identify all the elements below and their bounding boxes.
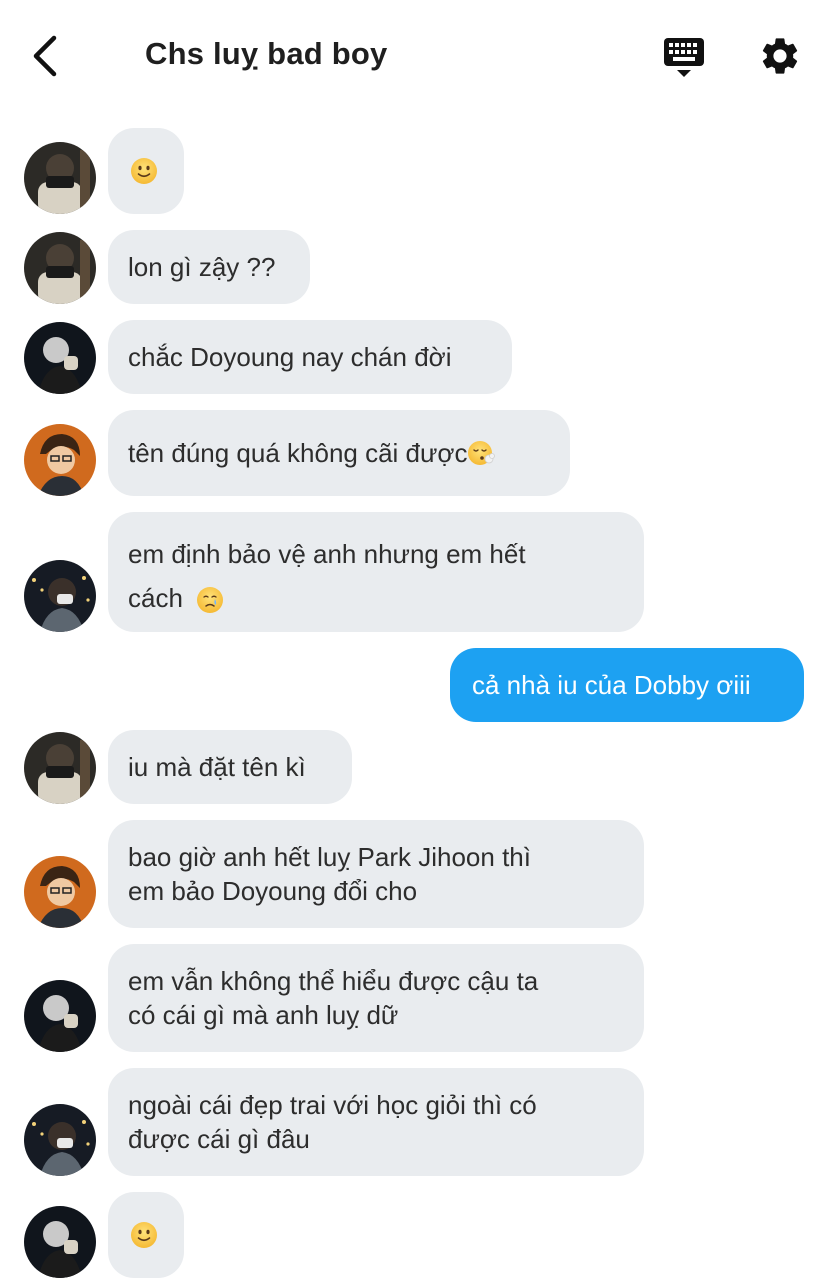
message-bubble: lon gì zậy ??: [108, 230, 310, 304]
avatar-photo-icon: [24, 732, 96, 804]
message-text: cả nhà iu của Dobby ơiii: [472, 670, 751, 700]
message-bubble: tên đúng quá không cãi được: [108, 410, 570, 496]
message-text: chắc Doyoung nay chán đời: [128, 342, 452, 372]
message-text-line: cách: [128, 583, 183, 613]
crying-face-icon: [197, 587, 224, 614]
avatar-photo-icon: [24, 980, 96, 1052]
message-text: tên đúng quá không cãi được: [128, 438, 468, 468]
avatar[interactable]: [24, 322, 96, 394]
message-bubble: [108, 1192, 184, 1278]
message-text-line: bao giờ anh hết luỵ Park Jihoon thì: [128, 842, 531, 872]
message-bubble: bao giờ anh hết luỵ Park Jihoon thì em b…: [108, 820, 644, 928]
slightly-smiling-face-icon: [131, 158, 157, 184]
message-row: ngoài cái đẹp trai với học giỏi thì có đ…: [0, 1068, 828, 1176]
message-bubble: [108, 128, 184, 214]
message-bubble-outgoing: cả nhà iu của Dobby ơiii: [450, 648, 804, 722]
message-text-line: em định bảo vệ anh nhưng em hết: [128, 539, 526, 569]
avatar[interactable]: [24, 424, 96, 496]
message-row: em vẫn không thể hiểu được cậu ta có cái…: [0, 944, 828, 1052]
message-row: [0, 1192, 828, 1278]
keyboard-icon: [664, 38, 704, 77]
avatar[interactable]: [24, 1104, 96, 1176]
avatar[interactable]: [24, 232, 96, 304]
chat-header: Chs luỵ bad boy: [0, 0, 828, 110]
message-bubble: em vẫn không thể hiểu được cậu ta có cái…: [108, 944, 644, 1052]
message-bubble: em định bảo vệ anh nhưng em hết cách: [108, 512, 644, 632]
avatar-photo-icon: [24, 322, 96, 394]
message-row-outgoing: cả nhà iu của Dobby ơiii: [0, 648, 828, 722]
message-text: lon gì zậy ??: [128, 252, 276, 282]
keyboard-button[interactable]: [660, 36, 708, 80]
message-row: lon gì zậy ??: [0, 230, 828, 304]
chat-title: Chs luỵ bad boy: [145, 36, 388, 71]
avatar-photo-icon: [24, 424, 96, 496]
settings-button[interactable]: [758, 34, 802, 78]
message-text-line: có cái gì mà anh luỵ dữ: [128, 1000, 399, 1030]
avatar[interactable]: [24, 142, 96, 214]
message-text: iu mà đặt tên kì: [128, 752, 306, 782]
chevron-left-icon: [33, 35, 57, 77]
slightly-smiling-face-icon: [131, 1222, 157, 1248]
avatar[interactable]: [24, 560, 96, 632]
avatar-photo-icon: [24, 1206, 96, 1278]
gear-icon: [762, 38, 798, 74]
message-bubble: iu mà đặt tên kì: [108, 730, 352, 804]
message-row: tên đúng quá không cãi được: [0, 410, 828, 496]
message-text-line: em vẫn không thể hiểu được cậu ta: [128, 966, 539, 996]
message-bubble: ngoài cái đẹp trai với học giỏi thì có đ…: [108, 1068, 644, 1176]
message-text-line: ngoài cái đẹp trai với học giỏi thì có: [128, 1090, 537, 1120]
avatar-photo-icon: [24, 560, 96, 632]
face-exhaling-icon: [468, 441, 496, 465]
message-row: [0, 128, 828, 214]
message-row: iu mà đặt tên kì: [0, 730, 828, 804]
avatar[interactable]: [24, 732, 96, 804]
avatar-photo-icon: [24, 142, 96, 214]
avatar-photo-icon: [24, 232, 96, 304]
message-text-line: được cái gì đâu: [128, 1124, 310, 1154]
avatar-photo-icon: [24, 856, 96, 928]
avatar[interactable]: [24, 1206, 96, 1278]
message-row: em định bảo vệ anh nhưng em hết cách: [0, 512, 828, 632]
back-button[interactable]: [28, 34, 68, 78]
avatar[interactable]: [24, 980, 96, 1052]
message-row: bao giờ anh hết luỵ Park Jihoon thì em b…: [0, 820, 828, 928]
avatar[interactable]: [24, 856, 96, 928]
message-bubble: chắc Doyoung nay chán đời: [108, 320, 512, 394]
avatar-photo-icon: [24, 1104, 96, 1176]
message-text-line: em bảo Doyoung đổi cho: [128, 876, 418, 906]
message-row: chắc Doyoung nay chán đời: [0, 320, 828, 394]
